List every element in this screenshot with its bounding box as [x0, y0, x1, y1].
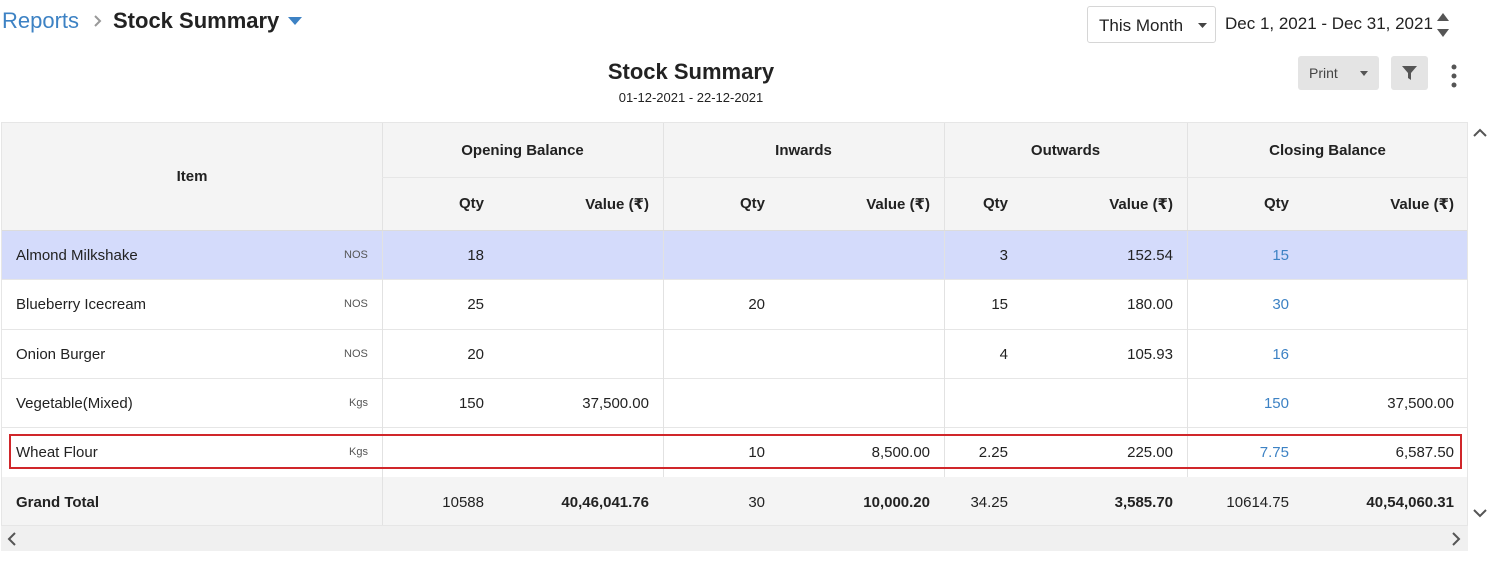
- closing-value: [1303, 231, 1467, 279]
- period-select[interactable]: This Month: [1087, 6, 1216, 43]
- sort-stepper-icon[interactable]: [1435, 10, 1451, 40]
- inwards-qty: 20: [748, 296, 765, 313]
- print-label: Print: [1309, 65, 1338, 81]
- breadcrumb-reports-link[interactable]: Reports: [2, 8, 79, 34]
- closing-qty-link[interactable]: 150: [1187, 379, 1303, 428]
- total-inwards-value: 10,000.20: [863, 493, 930, 511]
- item-name[interactable]: Blueberry Icecream: [2, 280, 382, 329]
- page-title: Stock Summary: [113, 8, 280, 33]
- caret-down-icon[interactable]: [287, 16, 303, 26]
- header-value[interactable]: Value (₹): [779, 177, 944, 230]
- inwards-qty: [663, 231, 779, 279]
- outwards-qty: 3: [999, 246, 1008, 264]
- period-select-label: This Month: [1099, 16, 1184, 35]
- caret-down-icon: [1198, 23, 1207, 28]
- header-value[interactable]: Value (₹): [1022, 177, 1187, 230]
- opening-value: [498, 231, 663, 279]
- inwards-value: [779, 379, 944, 428]
- header-qty[interactable]: Qty: [663, 177, 779, 230]
- total-closing-qty: 10614.75: [1226, 493, 1289, 511]
- inwards-value: [779, 280, 944, 329]
- scroll-left-icon[interactable]: [7, 532, 17, 546]
- header-qty[interactable]: Qty: [944, 177, 1022, 230]
- item-name[interactable]: Almond Milkshake: [2, 231, 382, 279]
- total-inwards-qty: 30: [748, 493, 765, 511]
- opening-qty: 150: [458, 395, 484, 412]
- top-bar: Reports Stock Summary This Month Dec 1, …: [0, 0, 1501, 50]
- unit-label: NOS: [344, 249, 368, 261]
- closing-qty-link[interactable]: 16: [1187, 330, 1303, 379]
- total-opening-value: 40,46,041.76: [561, 493, 649, 511]
- date-range-text: Dec 1, 2021 - Dec 31, 2021: [1225, 14, 1433, 33]
- filter-icon: [1402, 66, 1417, 80]
- print-button[interactable]: Print: [1298, 56, 1379, 90]
- highlighted-row-outline: [9, 434, 1462, 469]
- header-value[interactable]: Value (₹): [498, 177, 663, 230]
- header-item[interactable]: Item: [2, 123, 382, 230]
- opening-value: [498, 280, 663, 329]
- closing-value: [1303, 280, 1467, 329]
- report-date-range: 01-12-2021 - 22-12-2021: [618, 90, 764, 105]
- header-closing-balance: Closing Balance: [1187, 123, 1467, 177]
- horizontal-scrollbar[interactable]: [1, 526, 1468, 551]
- inwards-value: [779, 231, 944, 279]
- kebab-menu-icon[interactable]: [1447, 64, 1461, 88]
- outwards-value: 105.93: [1127, 346, 1173, 363]
- opening-qty: 20: [467, 346, 484, 363]
- total-closing-value: 40,54,060.31: [1366, 493, 1454, 511]
- item-name[interactable]: Vegetable(Mixed): [2, 379, 382, 428]
- header-divider: [382, 177, 1467, 178]
- opening-value: 37,500.00: [582, 395, 649, 412]
- unit-label: NOS: [344, 348, 368, 360]
- opening-qty: 25: [467, 296, 484, 313]
- outwards-value: [1022, 379, 1187, 428]
- closing-qty-link[interactable]: 15: [1187, 231, 1303, 279]
- grand-total-label: Grand Total: [16, 493, 100, 511]
- report-title: Stock Summary: [607, 59, 775, 84]
- outwards-value: 180.00: [1127, 296, 1173, 313]
- filter-button[interactable]: [1391, 56, 1428, 90]
- header-outwards: Outwards: [944, 123, 1187, 177]
- closing-value: [1303, 330, 1467, 379]
- vertical-scrollbar[interactable]: [1468, 122, 1493, 526]
- unit-label: NOS: [344, 298, 368, 310]
- header-opening-balance: Opening Balance: [382, 123, 663, 177]
- inwards-value: [779, 330, 944, 379]
- header-qty[interactable]: Qty: [1187, 177, 1303, 230]
- opening-value: [498, 330, 663, 379]
- closing-value: 37,500.00: [1387, 395, 1454, 412]
- caret-down-icon: [1360, 71, 1368, 76]
- scroll-down-icon[interactable]: [1473, 508, 1487, 518]
- total-opening-qty: 10588: [442, 493, 484, 511]
- unit-label: Kgs: [349, 397, 368, 409]
- header-qty[interactable]: Qty: [382, 177, 498, 230]
- outwards-value: 152.54: [1127, 246, 1173, 264]
- header-bottom-border: [2, 230, 1467, 231]
- inwards-qty: [663, 379, 779, 428]
- outwards-qty: [944, 379, 1022, 428]
- total-outwards-value: 3,585.70: [1114, 493, 1173, 511]
- opening-qty: 18: [467, 246, 484, 264]
- chevron-right-icon: [94, 15, 102, 27]
- outwards-qty: 4: [999, 346, 1008, 363]
- header-inwards: Inwards: [663, 123, 944, 177]
- header-value[interactable]: Value (₹): [1303, 177, 1467, 230]
- stock-summary-table: Item Opening Balance Inwards Outwards Cl…: [1, 122, 1468, 526]
- item-name[interactable]: Onion Burger: [2, 330, 382, 379]
- closing-qty-link[interactable]: 30: [1187, 280, 1303, 329]
- total-outwards-qty: 34.25: [970, 493, 1008, 511]
- outwards-qty: 15: [991, 296, 1008, 313]
- inwards-qty: [663, 330, 779, 379]
- scroll-up-icon[interactable]: [1473, 128, 1487, 138]
- scroll-right-icon[interactable]: [1451, 532, 1461, 546]
